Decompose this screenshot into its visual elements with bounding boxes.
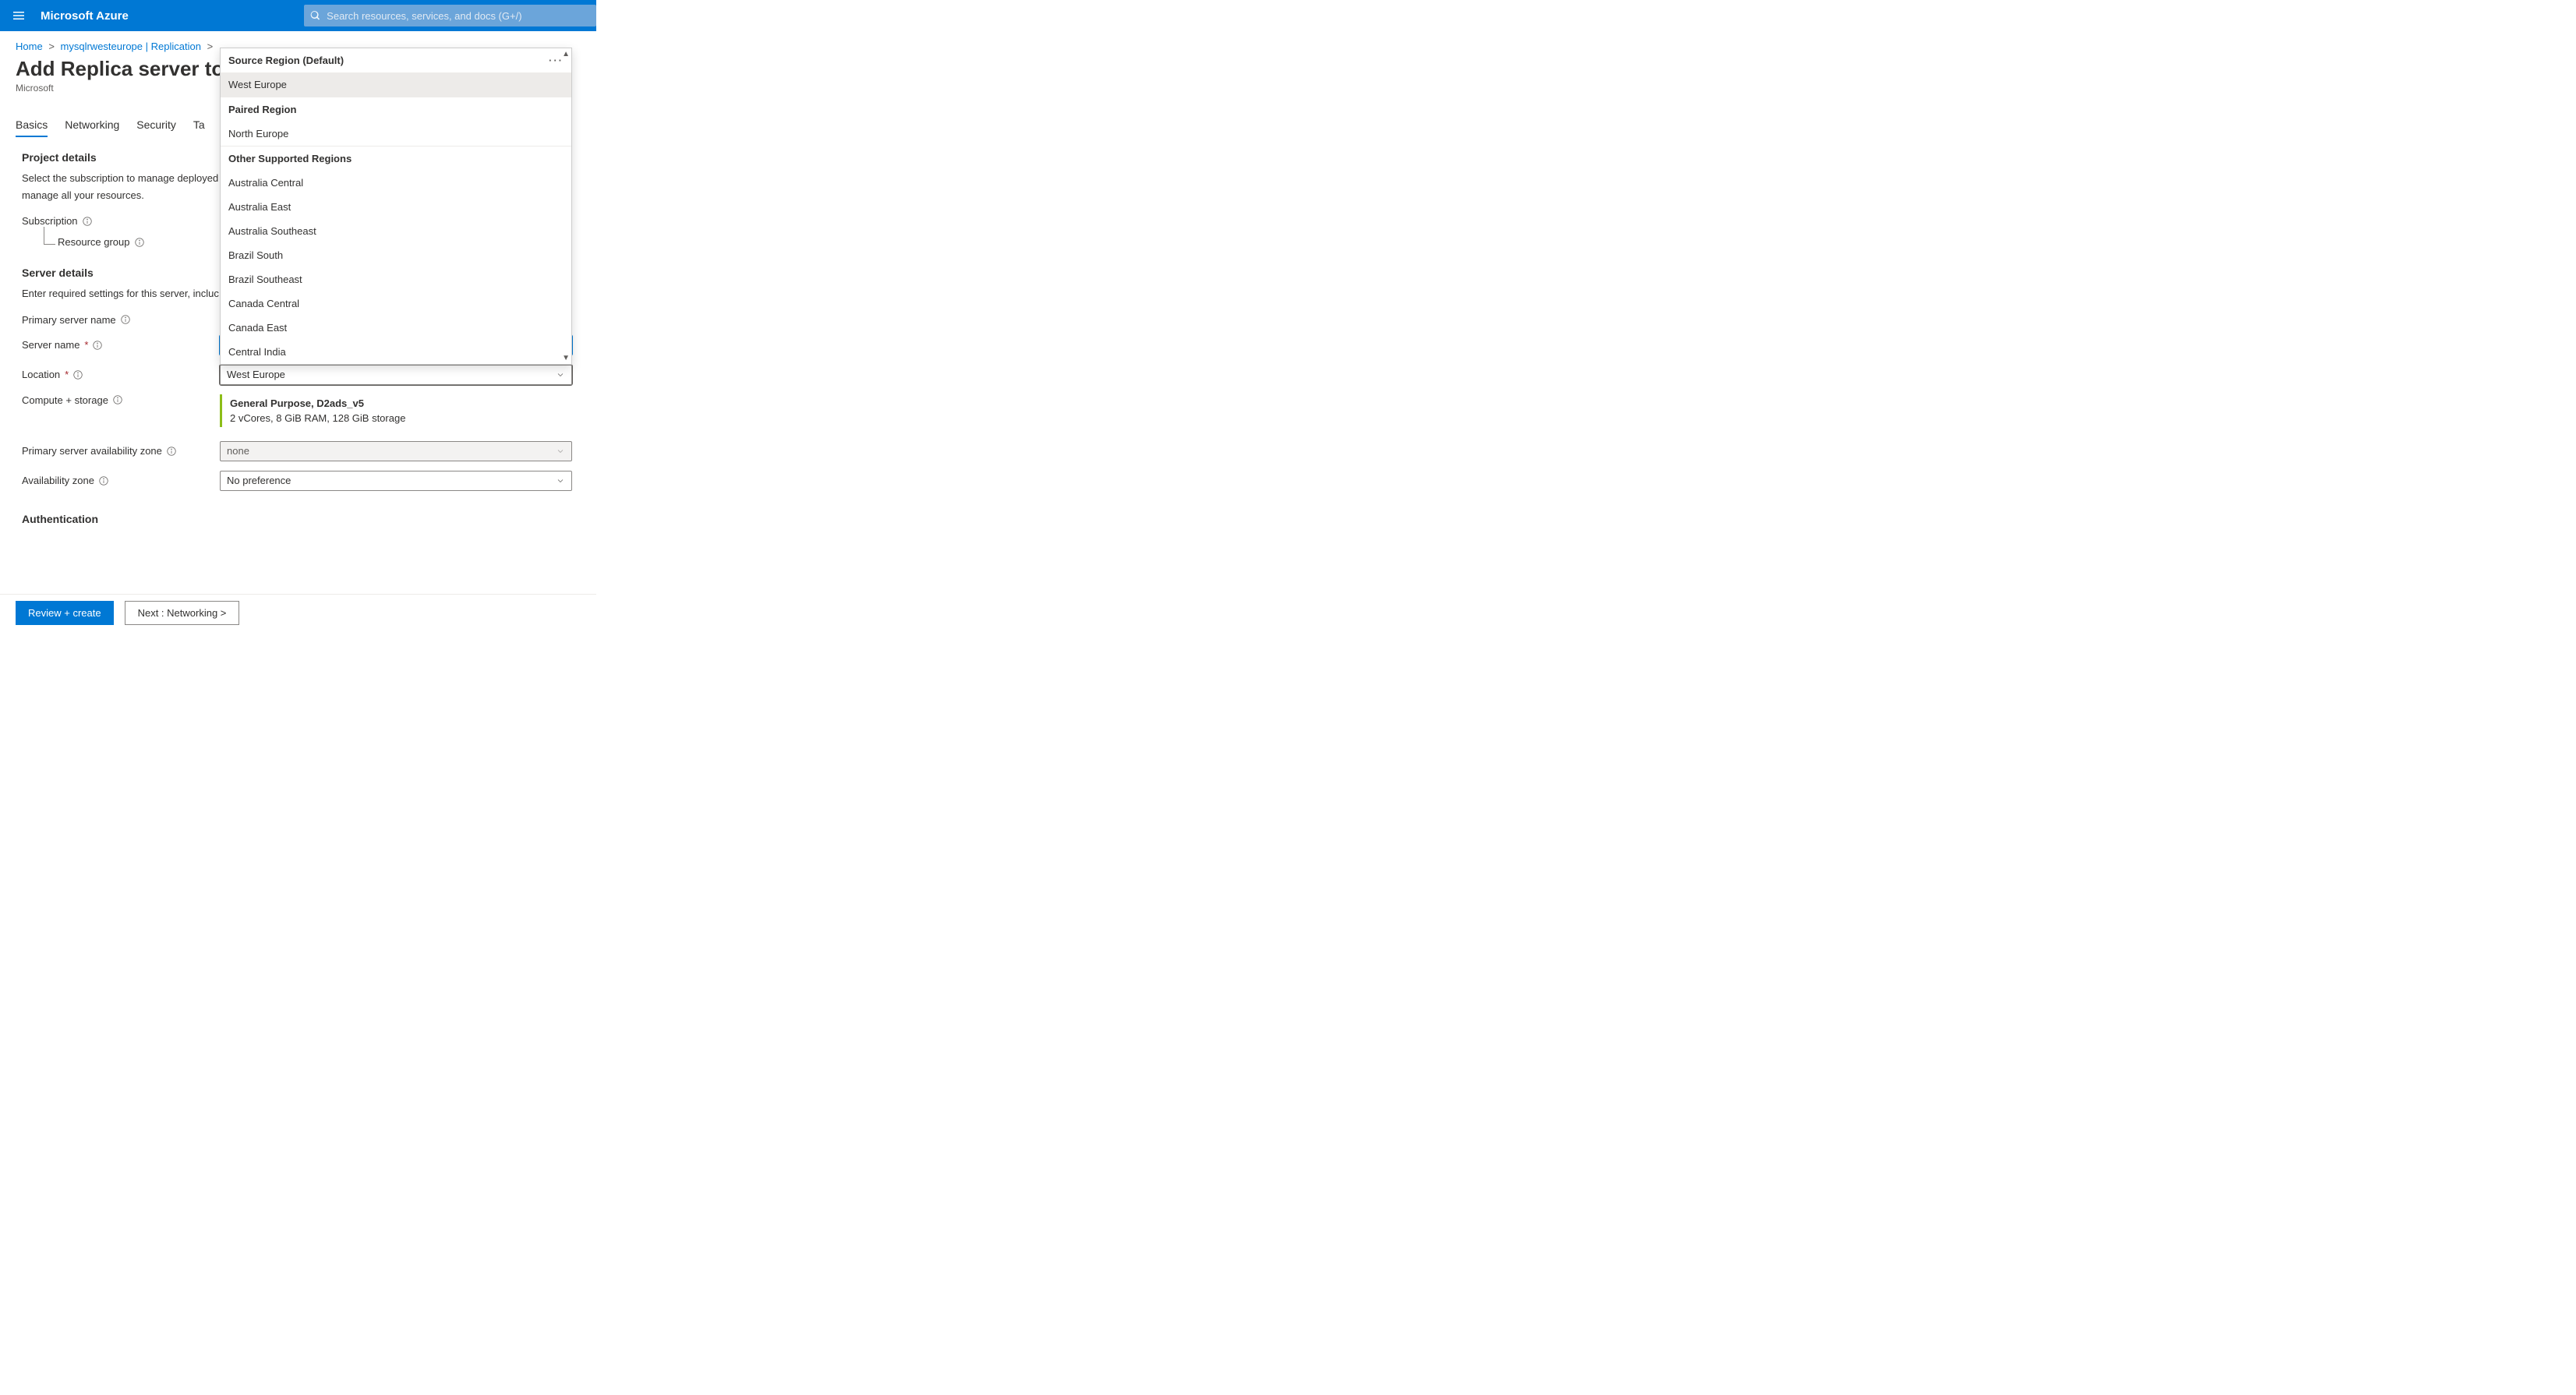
label-subscription-text: Subscription [22, 215, 78, 227]
location-select[interactable]: West Europe [220, 365, 572, 385]
label-az: Availability zone [22, 475, 220, 486]
breadcrumb-replication[interactable]: mysqlrwesteurope | Replication [61, 41, 201, 52]
label-compute-storage: Compute + storage [22, 394, 220, 406]
hamburger-menu[interactable] [6, 3, 31, 28]
dropdown-item[interactable]: Australia Central [221, 171, 571, 195]
required-icon: * [84, 339, 88, 351]
dropdown-item[interactable]: Central India [221, 340, 571, 364]
dropdown-item-west-europe[interactable]: West Europe [221, 72, 571, 97]
footer-actions: Review + create Next : Networking > [0, 594, 596, 637]
chevron-right-icon: > [207, 41, 214, 52]
compute-title: General Purpose, D2ads_v5 [230, 397, 572, 409]
label-server-name: Server name * [22, 339, 220, 351]
label-resource-group-text: Resource group [58, 236, 130, 248]
chevron-down-icon [556, 447, 565, 456]
label-location: Location * [22, 369, 220, 380]
info-icon[interactable] [167, 447, 176, 456]
content: ▲ Source Region (Default) ··· West Europ… [0, 137, 592, 525]
az-value: No preference [227, 475, 291, 486]
info-icon[interactable] [73, 370, 83, 380]
info-icon[interactable] [113, 395, 122, 404]
info-icon[interactable] [83, 217, 92, 226]
chevron-right-icon: > [48, 41, 55, 52]
topbar: Microsoft Azure [0, 0, 596, 31]
primary-az-select: none [220, 441, 572, 461]
dropdown-item-north-europe[interactable]: North Europe [221, 122, 571, 146]
chevron-down-icon [556, 370, 565, 380]
tab-security[interactable]: Security [136, 118, 176, 137]
dropdown-item[interactable]: Australia East [221, 195, 571, 219]
dropdown-item[interactable]: Australia Southeast [221, 219, 571, 243]
hamburger-icon [12, 9, 25, 22]
dropdown-item[interactable]: Brazil Southeast [221, 267, 571, 291]
compute-summary: General Purpose, D2ads_v5 2 vCores, 8 Gi… [220, 394, 572, 427]
dropdown-scroll[interactable]: Source Region (Default) ··· West Europe … [221, 48, 571, 364]
scroll-down-icon[interactable]: ▼ [562, 354, 570, 362]
location-value: West Europe [227, 369, 285, 380]
dropdown-group-source: Source Region (Default) ··· [221, 48, 571, 72]
row-primary-az: Primary server availability zone none [22, 441, 577, 461]
search-icon [310, 10, 320, 21]
tab-tags[interactable]: Ta [193, 118, 205, 137]
tab-basics[interactable]: Basics [16, 118, 48, 137]
brand-label: Microsoft Azure [41, 9, 129, 23]
ellipsis-icon[interactable]: ··· [549, 55, 564, 66]
label-az-text: Availability zone [22, 475, 94, 486]
dropdown-item[interactable]: Canada Central [221, 291, 571, 316]
dropdown-group-paired: Paired Region [221, 97, 571, 122]
info-icon[interactable] [93, 341, 102, 350]
tab-networking[interactable]: Networking [65, 118, 119, 137]
info-icon[interactable] [135, 238, 144, 247]
row-location: Location * West Europe [22, 365, 577, 385]
location-dropdown[interactable]: ▲ Source Region (Default) ··· West Europ… [220, 48, 572, 365]
row-compute-storage: Compute + storage General Purpose, D2ads… [22, 394, 577, 427]
label-primary-server-name-text: Primary server name [22, 314, 116, 326]
label-resource-group: Resource group [22, 236, 220, 248]
required-icon: * [65, 369, 69, 380]
label-server-name-text: Server name [22, 339, 80, 351]
label-location-text: Location [22, 369, 60, 380]
label-primary-az: Primary server availability zone [22, 445, 220, 457]
section-desc-project-line1: Select the subscription to manage deploy… [22, 171, 224, 185]
compute-desc: 2 vCores, 8 GiB RAM, 128 GiB storage [230, 412, 572, 424]
global-search[interactable] [304, 5, 596, 26]
section-desc-server: Enter required settings for this server,… [22, 287, 224, 301]
row-az: Availability zone No preference [22, 471, 577, 491]
label-primary-az-text: Primary server availability zone [22, 445, 162, 457]
breadcrumb-home[interactable]: Home [16, 41, 43, 52]
az-select[interactable]: No preference [220, 471, 572, 491]
dropdown-group-other: Other Supported Regions [221, 146, 571, 171]
search-input[interactable] [327, 10, 590, 22]
review-create-button[interactable]: Review + create [16, 601, 114, 625]
info-icon[interactable] [99, 476, 108, 486]
dropdown-item[interactable]: Brazil South [221, 243, 571, 267]
chevron-down-icon [556, 476, 565, 486]
section-title-authentication: Authentication [22, 513, 577, 525]
label-compute-storage-text: Compute + storage [22, 394, 108, 406]
info-icon[interactable] [121, 315, 130, 324]
label-subscription: Subscription [22, 215, 220, 227]
page-area: Home > mysqlrwesteurope | Replication > … [0, 31, 596, 616]
dropdown-group-label: Source Region (Default) [228, 55, 344, 66]
label-primary-server-name: Primary server name [22, 314, 220, 326]
primary-az-value: none [227, 445, 249, 457]
dropdown-item[interactable]: Canada East [221, 316, 571, 340]
next-networking-button[interactable]: Next : Networking > [125, 601, 240, 625]
